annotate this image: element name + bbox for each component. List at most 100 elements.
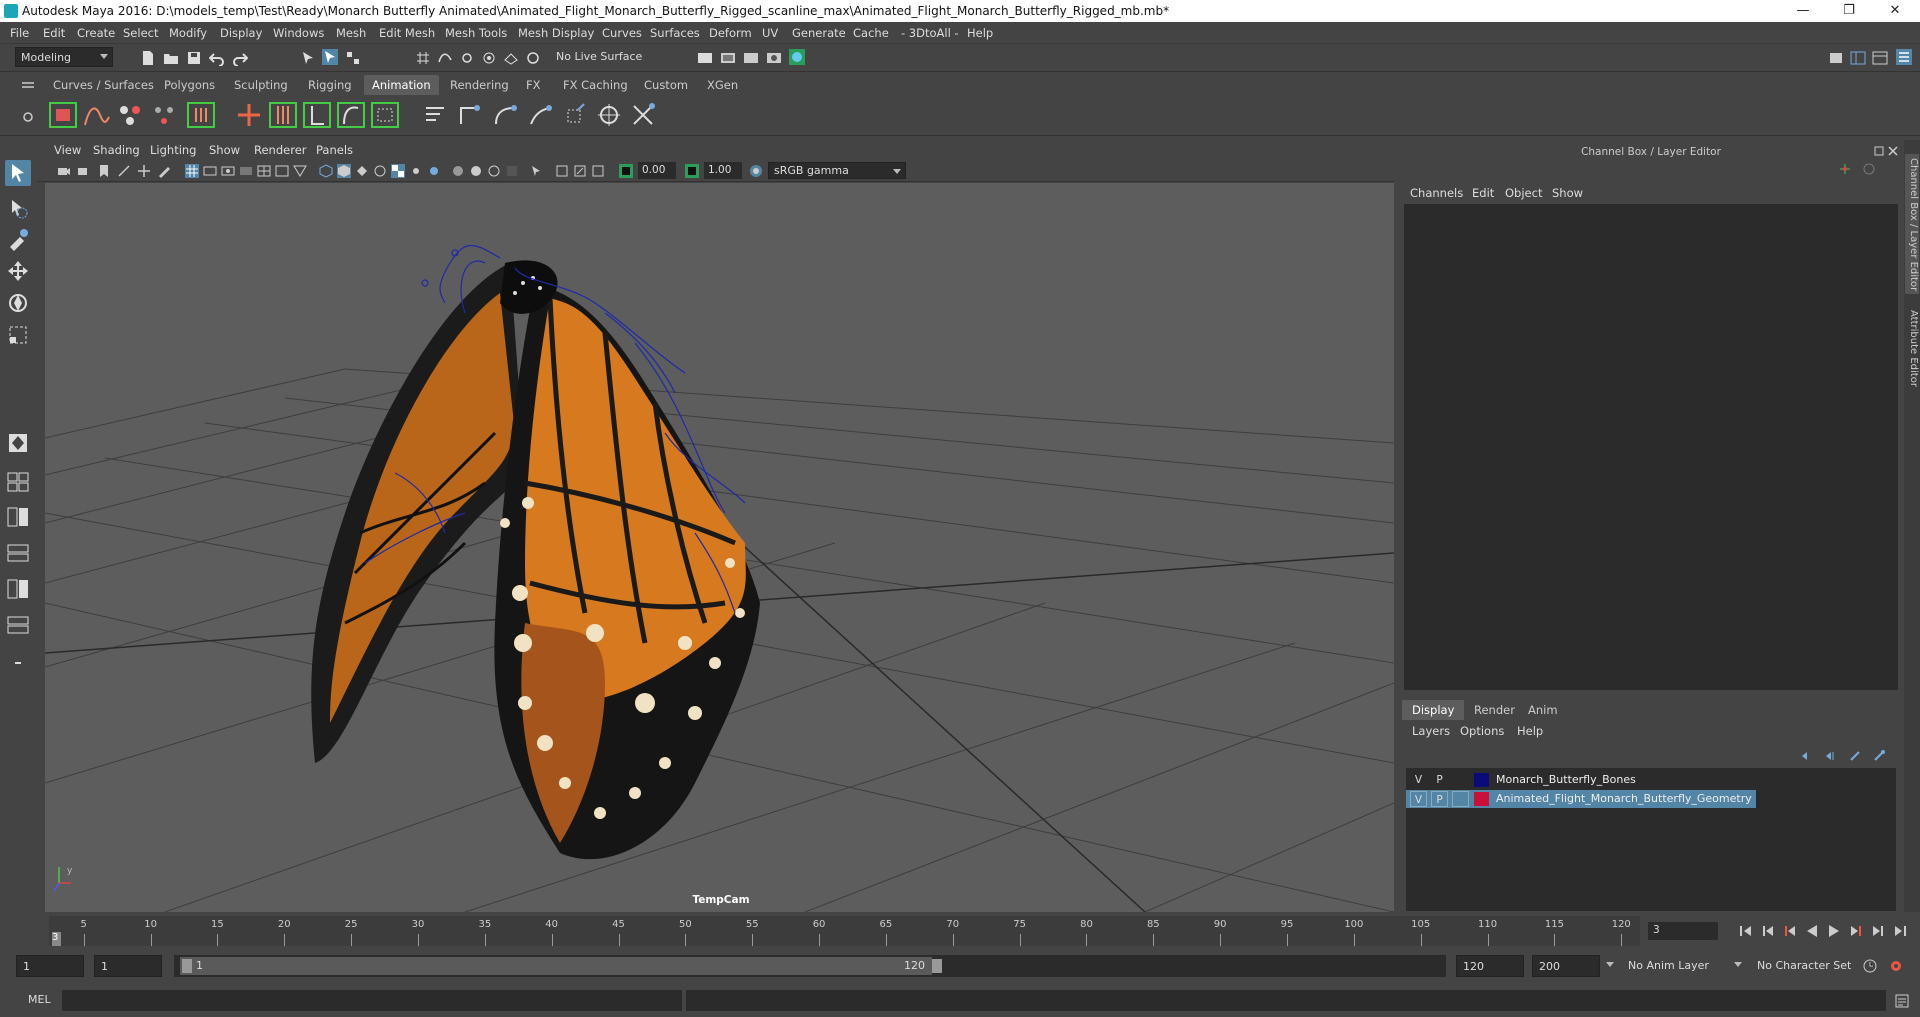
isolate-select-icon[interactable] <box>529 164 543 178</box>
cb-menu-object[interactable]: Object <box>1505 186 1542 200</box>
menu-curves[interactable]: Curves <box>602 26 642 40</box>
snap-surface-icon[interactable] <box>503 50 519 66</box>
menu-edit-mesh[interactable]: Edit Mesh <box>379 26 435 40</box>
step-forward-frame-icon[interactable] <box>1870 923 1886 939</box>
play-backwards-icon[interactable] <box>1804 923 1820 939</box>
paint-select-tool-icon[interactable] <box>5 226 31 252</box>
playback-start-field[interactable]: 1 <box>94 955 162 977</box>
tab-polygons[interactable]: Polygons <box>156 75 223 95</box>
textured-icon[interactable] <box>391 164 405 178</box>
layer-display-type-toggle[interactable] <box>1452 772 1469 788</box>
skin-bind-icon[interactable] <box>336 100 366 130</box>
layer-playback-toggle[interactable]: P <box>1431 772 1448 788</box>
range-start-handle[interactable] <box>182 959 192 973</box>
step-back-frame-icon[interactable] <box>1760 923 1776 939</box>
tab-custom[interactable]: Custom <box>636 75 696 95</box>
layer-menu-help[interactable]: Help <box>1517 724 1543 738</box>
float-panel-icon[interactable] <box>1872 144 1886 158</box>
layer-row-bones[interactable]: V P Monarch_Butterfly_Bones <box>1406 771 1896 789</box>
outliner-layout-icon[interactable] <box>5 540 31 566</box>
xray-components-icon[interactable] <box>591 164 605 178</box>
open-scene-icon[interactable] <box>163 50 179 66</box>
menu-generate[interactable]: Generate <box>792 26 846 40</box>
step-forward-key-icon[interactable] <box>1848 923 1864 939</box>
grid-toggle-icon[interactable] <box>185 164 199 178</box>
menu-edit[interactable]: Edit <box>43 26 65 40</box>
cb-menu-edit[interactable]: Edit <box>1472 186 1494 200</box>
close-panel-icon[interactable] <box>1886 144 1900 158</box>
set-key-icon[interactable] <box>48 100 78 130</box>
channel-box-toggle-icon[interactable] <box>1896 49 1912 65</box>
layer-color-swatch[interactable] <box>1474 773 1489 787</box>
gamma-icon[interactable] <box>685 164 699 178</box>
gamma-field[interactable]: 1.00 <box>704 162 742 179</box>
character-set-chevron[interactable] <box>1734 956 1746 976</box>
layer-menu-layers[interactable]: Layers <box>1412 724 1450 738</box>
time-editor-icon[interactable] <box>186 100 216 130</box>
motion-blur-icon[interactable] <box>469 164 483 178</box>
vp-menu-view[interactable]: View <box>54 143 81 157</box>
screen-space-ao-icon[interactable] <box>451 164 465 178</box>
layer-menu-options[interactable]: Options <box>1460 724 1504 738</box>
shadows-icon[interactable] <box>427 164 441 178</box>
time-ruler[interactable]: 5 10 15 20 25 30 35 40 45 50 55 60 65 70 75 80 85 90 95 100… <box>49 916 1640 946</box>
single-perspective-layout-icon[interactable] <box>5 430 31 456</box>
lasso-tool-icon[interactable] <box>5 196 31 222</box>
menu-select[interactable]: Select <box>123 26 158 40</box>
constraint-point-icon[interactable] <box>420 100 450 130</box>
graph-editor-icon[interactable] <box>82 100 112 130</box>
cb-menu-channels[interactable]: Channels <box>1410 186 1463 200</box>
anim-layer-chevron[interactable] <box>1606 956 1618 976</box>
layer-display-type-toggle[interactable] <box>1452 791 1469 807</box>
step-back-key-icon[interactable] <box>1782 923 1798 939</box>
move-layer-up-icon[interactable] <box>1800 749 1814 763</box>
film-gate-icon[interactable] <box>203 164 217 178</box>
range-slider-track[interactable]: 1 120 <box>174 955 1446 977</box>
minimize-button[interactable]: — <box>1780 0 1826 22</box>
scale-tool-icon[interactable] <box>5 322 31 348</box>
menu-windows[interactable]: Windows <box>273 26 324 40</box>
playback-end-field[interactable]: 120 <box>1456 955 1524 977</box>
save-scene-icon[interactable] <box>186 50 202 66</box>
menu-deform[interactable]: Deform <box>709 26 752 40</box>
gate-mask-icon[interactable] <box>239 164 253 178</box>
new-empty-layer-icon[interactable] <box>1848 749 1862 763</box>
xray-joints-icon[interactable] <box>573 164 587 178</box>
redo-icon[interactable] <box>232 50 248 66</box>
script-editor-icon[interactable] <box>1894 993 1910 1009</box>
select-tool-icon[interactable] <box>5 160 31 186</box>
tab-anim[interactable]: Anim <box>1518 700 1568 720</box>
use-all-lights-icon[interactable] <box>409 164 423 178</box>
tab-render[interactable]: Render <box>1464 700 1525 720</box>
default-material-icon[interactable] <box>355 164 369 178</box>
undo-icon[interactable] <box>209 50 225 66</box>
current-frame-field[interactable]: 3 <box>1648 922 1718 940</box>
safe-action-icon[interactable] <box>275 164 289 178</box>
tab-fx-caching[interactable]: FX Caching <box>555 75 636 95</box>
vp-menu-show[interactable]: Show <box>209 143 240 157</box>
layer-row-geometry[interactable]: V P Animated_Flight_Monarch_Butterfly_Ge… <box>1406 790 1896 808</box>
play-forwards-icon[interactable] <box>1826 923 1842 939</box>
script-language-label[interactable]: MEL <box>28 993 51 1006</box>
command-input[interactable] <box>62 990 682 1011</box>
wireframe-icon[interactable] <box>319 164 333 178</box>
select-by-hierarchy-icon[interactable] <box>300 50 316 66</box>
tab-rigging[interactable]: Rigging <box>300 75 360 95</box>
safe-title-icon[interactable] <box>293 164 307 178</box>
menu-mesh-tools[interactable]: Mesh Tools <box>445 26 507 40</box>
lattice-icon[interactable] <box>628 100 658 130</box>
menu-uv[interactable]: UV <box>762 26 778 40</box>
layout-icon[interactable] <box>1850 50 1866 66</box>
tab-xgen[interactable]: XGen <box>699 75 746 95</box>
speed-icon[interactable] <box>1862 162 1876 176</box>
create-joint-icon[interactable] <box>234 100 264 130</box>
render-view-icon[interactable] <box>766 50 782 66</box>
constraint-scale-icon[interactable] <box>525 100 555 130</box>
dope-sheet-icon[interactable] <box>116 100 146 130</box>
go-to-start-icon[interactable] <box>1738 923 1754 939</box>
menu-file[interactable]: File <box>10 26 29 40</box>
range-slider-bar[interactable] <box>180 957 932 975</box>
paint-weights-icon[interactable] <box>370 100 400 130</box>
2d-pan-zoom-icon[interactable] <box>137 164 151 178</box>
animation-preferences-icon[interactable] <box>1888 958 1904 974</box>
